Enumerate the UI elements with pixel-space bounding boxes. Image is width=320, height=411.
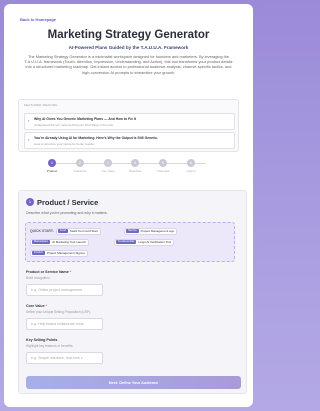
article-icon: ▪ <box>28 118 30 123</box>
main-card: Back to Homepage Marketing Strategy Gene… <box>4 4 253 407</box>
key-selling-points-label: Key Selling Points <box>26 338 58 342</box>
product-name-hint: Build recognition. <box>26 276 51 280</box>
step-number: 1 <box>48 159 56 167</box>
chip-label: Project Management Signup <box>46 251 85 255</box>
progress-stepper: 1 Product 2 Audience 3 Use Case 4 Object… <box>47 159 212 177</box>
step-label: Channels <box>156 169 170 173</box>
product-service-section: 1 Product / Service Describe what you're… <box>18 190 247 394</box>
chip-label: Lingo AI Verification Tool <box>138 240 172 244</box>
step-channels[interactable]: 5 Channels <box>151 159 175 173</box>
core-value-hint: Define your Unique Selling Proposition (… <box>26 310 92 314</box>
step-label: Use Case <box>101 169 115 173</box>
product-name-label: Product or Service Name * <box>26 270 71 274</box>
step-label: Product <box>46 169 58 173</box>
quick-start-chip[interactable]: Marketplace AI Marketing Tool Launch <box>30 239 89 246</box>
featured-article-subtitle: Understand the two roots behind your bri… <box>34 123 114 127</box>
chip-tag: Service <box>126 229 139 234</box>
section-title: Product / Service <box>37 198 99 207</box>
featured-article-title: You're Already Using AI for Marketing. H… <box>34 136 159 140</box>
featured-reading-panel: FEATURED READING ▪ Why AI Gives You Gene… <box>18 99 239 152</box>
step-label: Objective <box>128 169 142 173</box>
key-selling-points-input[interactable] <box>26 352 103 364</box>
required-marker: * <box>69 270 72 274</box>
quick-start-chip[interactable]: Food SaaS Tool Cold Start <box>56 228 101 235</box>
required-marker: * <box>45 304 47 308</box>
step-badge-icon: 1 <box>26 198 34 206</box>
step-use-case[interactable]: 3 Use Case <box>96 159 120 173</box>
key-selling-points-hint: Highlight key features or benefits. <box>26 344 74 348</box>
product-name-input[interactable] <box>26 284 103 296</box>
step-audience[interactable]: 2 Audience <box>68 159 92 173</box>
chip-tag: Food <box>58 229 68 234</box>
quick-start-panel: QUICK START: Food SaaS Tool Cold Start Se… <box>25 222 235 262</box>
step-objective[interactable]: 4 Objective <box>123 159 147 173</box>
page-subtitle: AI-Powered Plans Guided by the T.A.U.U.A… <box>68 45 189 50</box>
step-label: Audience <box>73 169 87 173</box>
section-description: Describe what you're promoting and why i… <box>26 211 108 215</box>
core-value-input[interactable] <box>26 318 103 330</box>
step-number: 4 <box>131 159 139 167</box>
step-product[interactable]: 1 Product <box>40 159 64 173</box>
quick-start-label: QUICK START: <box>30 229 54 233</box>
featured-article[interactable]: ▪ Why AI Gives You Generic Marketing Pla… <box>24 113 235 130</box>
featured-article-subtitle: How to structure your inputs for better … <box>34 142 94 146</box>
step-number: 3 <box>104 159 112 167</box>
page-title: Marketing Strategy Generator <box>47 29 210 41</box>
next-define-audience-button[interactable]: Next: Define Your Audience <box>26 376 241 389</box>
chip-tag: Fundamentals <box>116 240 137 245</box>
step-number: 5 <box>159 159 167 167</box>
step-number: 2 <box>76 159 84 167</box>
intro-paragraph: The Marketing Strategy Generator is a mi… <box>24 54 233 75</box>
quick-start-chip[interactable]: Service Project Management App <box>124 228 178 235</box>
field-label-text: Core Value <box>26 304 45 308</box>
quick-start-chip[interactable]: Product Project Management Signup <box>30 250 88 257</box>
chip-label: SaaS Tool Cold Start <box>69 229 98 233</box>
step-output[interactable]: 6 Output <box>179 159 203 173</box>
featured-article[interactable]: ▪ You're Already Using AI for Marketing.… <box>24 132 235 149</box>
step-number: 6 <box>187 159 195 167</box>
chip-tag: Product <box>32 251 45 256</box>
article-icon: ▪ <box>28 137 30 142</box>
field-label-text: Product or Service Name <box>26 270 69 274</box>
core-value-label: Core Value * <box>26 304 47 308</box>
quick-start-chip[interactable]: Fundamentals Lingo AI Verification Tool <box>114 239 175 246</box>
back-to-homepage-link[interactable]: Back to Homepage <box>20 17 56 22</box>
featured-reading-label: FEATURED READING <box>24 103 58 107</box>
chip-label: AI Marketing Tool Launch <box>52 240 86 244</box>
step-label: Output <box>186 169 196 173</box>
featured-article-title: Why AI Gives You Generic Marketing Plans… <box>34 117 136 121</box>
chip-tag: Marketplace <box>32 240 51 245</box>
chip-label: Project Management App <box>140 229 175 233</box>
